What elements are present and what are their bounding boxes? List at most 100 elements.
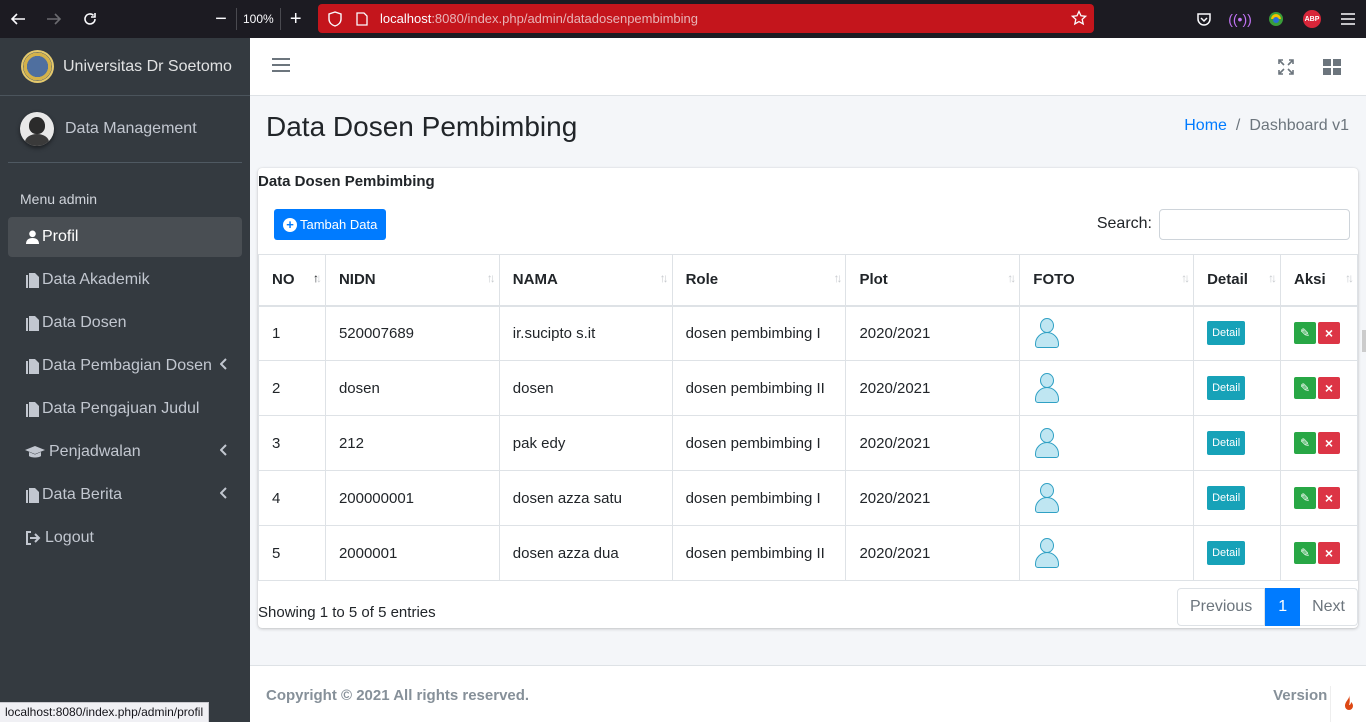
cell-no: 1 bbox=[258, 305, 326, 361]
cell-detail: Detail bbox=[1193, 305, 1281, 361]
user-photo-icon bbox=[1033, 372, 1061, 404]
hamburger-menu-icon[interactable] bbox=[272, 58, 290, 76]
cell-role: dosen pembimbing I bbox=[671, 415, 847, 471]
delete-icon[interactable]: × bbox=[1318, 487, 1340, 509]
sidebar-item-logout[interactable]: Logout bbox=[8, 518, 242, 558]
add-data-button[interactable]: + Tambah Data bbox=[274, 209, 387, 240]
user-panel[interactable]: Data Management bbox=[8, 96, 242, 163]
cell-role: dosen pembimbing II bbox=[671, 525, 847, 581]
sidebar-item-data-berita[interactable]: Data Berita bbox=[8, 475, 242, 515]
zoom-out-button[interactable]: − bbox=[206, 4, 236, 34]
edit-icon[interactable]: ✎ bbox=[1294, 377, 1316, 399]
forward-icon[interactable] bbox=[36, 0, 72, 38]
sidebar-item-label: Data Berita bbox=[42, 486, 123, 503]
brand-text: Universitas Dr Soetomo bbox=[63, 57, 232, 75]
detail-button[interactable]: Detail bbox=[1207, 541, 1246, 565]
cell-nama: dosen azza satu bbox=[498, 470, 673, 526]
back-icon[interactable] bbox=[0, 0, 36, 38]
column-header-aksi[interactable]: Aksi ↑↓ bbox=[1280, 254, 1358, 307]
sidebar-item-label: Profil bbox=[42, 228, 79, 245]
cell-foto bbox=[1019, 470, 1195, 526]
reload-icon[interactable] bbox=[72, 0, 108, 38]
sidebar-item-data-dosen[interactable]: Data Dosen bbox=[8, 303, 242, 343]
column-header-role[interactable]: Role ↑↓ bbox=[671, 254, 847, 307]
table-header-row: NO ↑↓ NIDN ↑↓ NAMA ↑↓ Role ↑↓ Plot ↑↓ FOTO ↑↓ … bbox=[258, 254, 1358, 307]
breadcrumb: Home / Dashboard v1 bbox=[1184, 117, 1349, 135]
sort-icon: ↑↓ bbox=[1345, 271, 1354, 285]
sidebar-item-profil[interactable]: Profil bbox=[8, 217, 242, 257]
page-title: Data Dosen Pembimbing bbox=[266, 111, 578, 142]
extension-icons: ((•)) ABP bbox=[1186, 0, 1366, 38]
user-photo-icon bbox=[1033, 482, 1061, 514]
edit-icon[interactable]: ✎ bbox=[1294, 542, 1316, 564]
detail-button[interactable]: Detail bbox=[1207, 486, 1246, 510]
column-header-nama[interactable]: NAMA ↑↓ bbox=[498, 254, 673, 307]
fullscreen-icon[interactable] bbox=[1276, 57, 1296, 77]
detail-button[interactable]: Detail bbox=[1207, 321, 1246, 346]
pagination: Previous 1 Next bbox=[1176, 588, 1358, 626]
user-photo-icon bbox=[1033, 317, 1061, 349]
url-bar[interactable]: localhost:8080/index.php/admin/datadosen… bbox=[318, 4, 1094, 33]
zoom-in-button[interactable]: + bbox=[281, 4, 311, 34]
shield-icon[interactable] bbox=[326, 10, 344, 28]
column-header-foto[interactable]: FOTO ↑↓ bbox=[1019, 254, 1195, 307]
control-sidebar-icon[interactable] bbox=[1322, 57, 1342, 77]
table-info: Showing 1 to 5 of 5 entries bbox=[258, 604, 436, 621]
table-row: 2 dosen dosen dosen pembimbing II 2020/2… bbox=[258, 360, 1358, 416]
sidebar-item-data-pembagian-dosen[interactable]: Data Pembagian Dosen bbox=[8, 346, 242, 386]
cell-nama: pak edy bbox=[498, 415, 673, 471]
edit-icon[interactable]: ✎ bbox=[1294, 322, 1316, 345]
pocket-icon[interactable] bbox=[1186, 0, 1222, 38]
scrollbar[interactable] bbox=[1362, 330, 1366, 352]
edit-icon[interactable]: ✎ bbox=[1294, 432, 1316, 454]
breadcrumb-current: Dashboard v1 bbox=[1249, 117, 1349, 134]
column-header-no[interactable]: NO ↑↓ bbox=[258, 254, 326, 307]
delete-icon[interactable]: × bbox=[1318, 377, 1340, 399]
broadcast-icon[interactable]: ((•)) bbox=[1222, 0, 1258, 38]
url-path: :8080/index.php/admin/datadosenpembimbin… bbox=[431, 11, 699, 26]
detail-button[interactable]: Detail bbox=[1207, 431, 1246, 455]
delete-icon[interactable]: × bbox=[1318, 542, 1340, 564]
cell-aksi: ✎ × bbox=[1280, 470, 1358, 526]
column-header-plot[interactable]: Plot ↑↓ bbox=[845, 254, 1021, 307]
cell-aksi: ✎ × bbox=[1280, 305, 1358, 361]
search-input[interactable] bbox=[1159, 209, 1350, 240]
column-header-label: NO bbox=[272, 271, 295, 289]
card-title: Data Dosen Pembimbing bbox=[258, 173, 435, 190]
edit-icon[interactable]: ✎ bbox=[1294, 487, 1316, 509]
breadcrumb-home-link[interactable]: Home bbox=[1184, 117, 1227, 135]
column-header-detail[interactable]: Detail ↑↓ bbox=[1193, 254, 1281, 307]
delete-icon[interactable]: × bbox=[1318, 322, 1340, 345]
sort-icon: ↑↓ bbox=[659, 271, 669, 285]
column-header-nidn[interactable]: NIDN ↑↓ bbox=[324, 254, 500, 307]
extension-globe-icon[interactable] bbox=[1258, 0, 1294, 38]
next-page-button[interactable]: Next bbox=[1300, 588, 1358, 626]
detail-button[interactable]: Detail bbox=[1207, 376, 1246, 400]
file-icon bbox=[24, 315, 41, 331]
sidebar-item-label: Penjadwalan bbox=[49, 443, 141, 460]
sidebar-item-data-akademik[interactable]: Data Akademik bbox=[8, 260, 242, 300]
sidebar-item-data-pengajuan-judul[interactable]: Data Pengajuan Judul bbox=[8, 389, 242, 429]
user-name[interactable]: Data Management bbox=[65, 120, 197, 138]
cell-foto bbox=[1019, 305, 1195, 361]
url-text[interactable]: localhost:8080/index.php/admin/datadosen… bbox=[380, 11, 698, 26]
codeigniter-flame-icon[interactable] bbox=[1330, 686, 1366, 722]
cell-no: 2 bbox=[258, 360, 326, 416]
page-1-button[interactable]: 1 bbox=[1265, 588, 1301, 626]
previous-page-button[interactable]: Previous bbox=[1176, 588, 1266, 626]
zoom-controls: − 100% + bbox=[206, 4, 311, 34]
status-bar-url: localhost:8080/index.php/admin/profil bbox=[0, 702, 210, 722]
zoom-level[interactable]: 100% bbox=[236, 8, 281, 30]
chevron-left-icon bbox=[219, 358, 228, 373]
column-header-label: NIDN bbox=[338, 271, 376, 289]
version-label: Version bbox=[1273, 687, 1328, 704]
bookmark-star-icon[interactable] bbox=[1070, 9, 1088, 27]
sidebar-item-penjadwalan[interactable]: Penjadwalan bbox=[8, 432, 242, 472]
cell-detail: Detail bbox=[1193, 525, 1281, 581]
brand-link[interactable]: Universitas Dr Soetomo bbox=[0, 38, 250, 96]
cell-no: 4 bbox=[258, 470, 326, 526]
delete-icon[interactable]: × bbox=[1318, 432, 1340, 454]
browser-menu-icon[interactable] bbox=[1330, 0, 1366, 38]
cell-no: 5 bbox=[258, 525, 326, 581]
adblock-plus-icon[interactable]: ABP bbox=[1294, 0, 1330, 38]
